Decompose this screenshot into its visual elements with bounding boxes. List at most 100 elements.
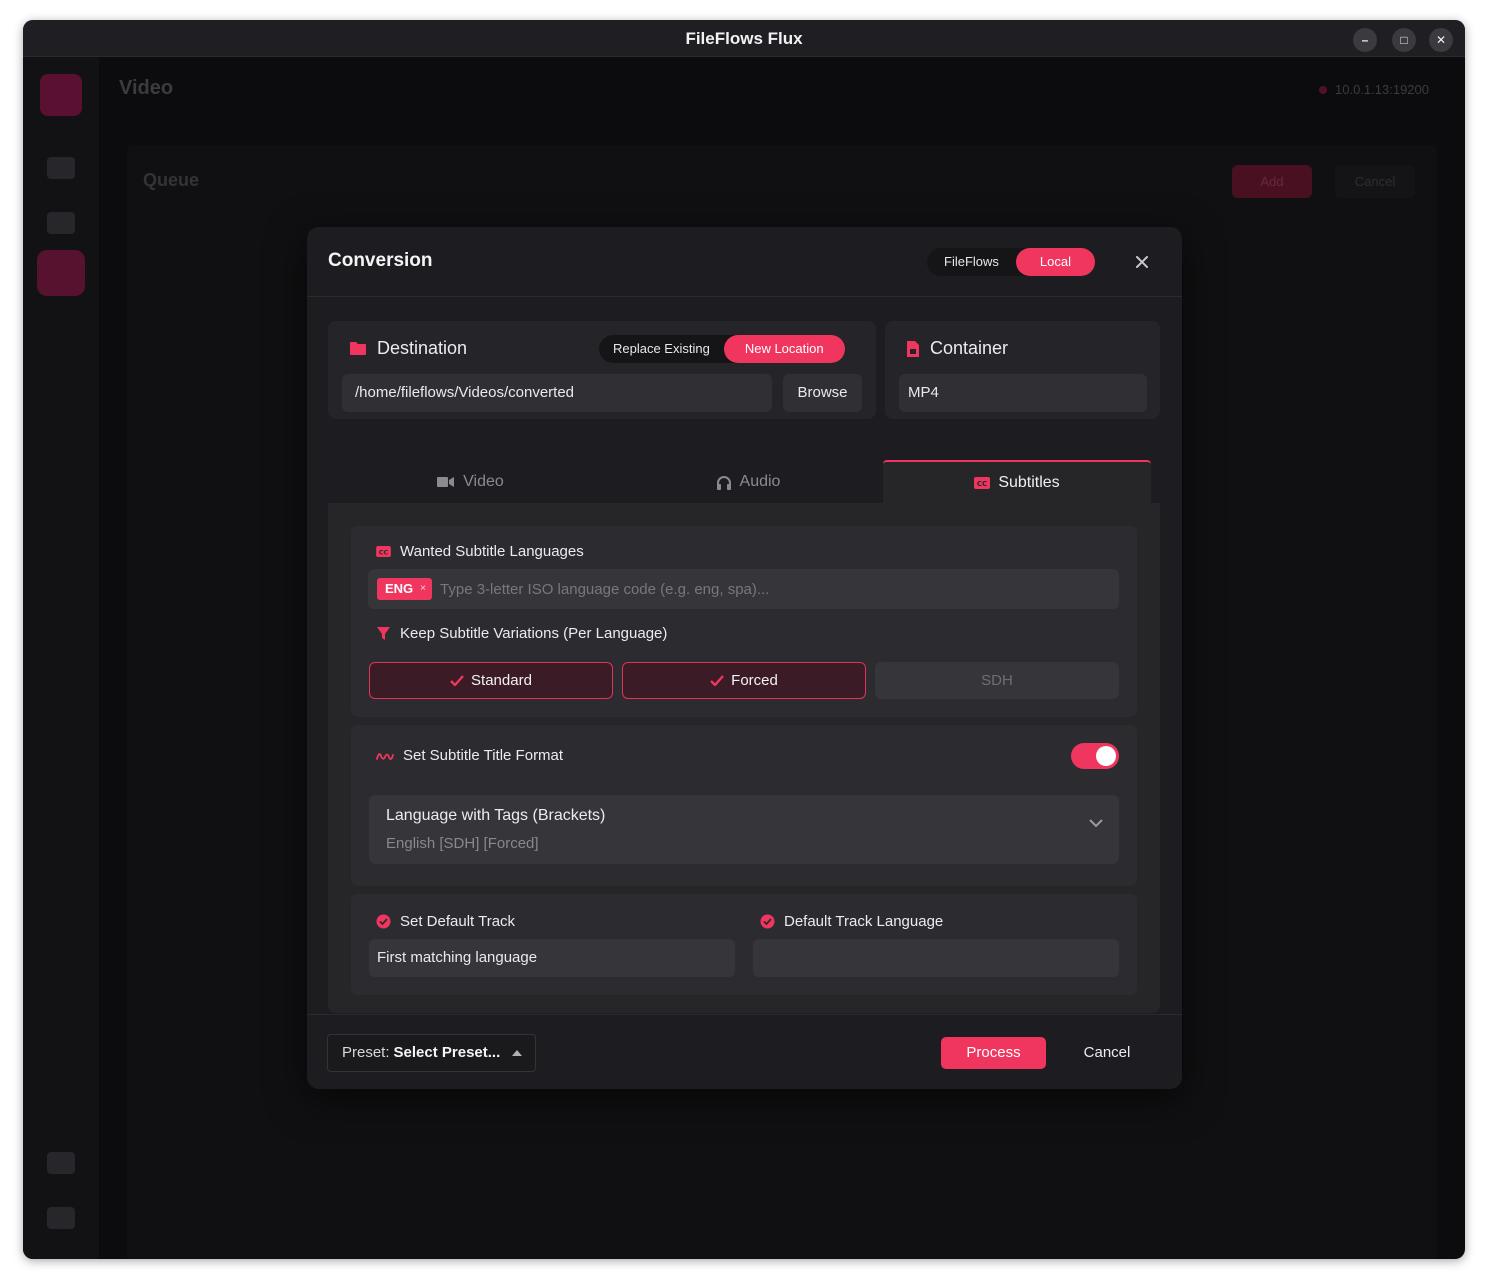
queue-cancel-button[interactable]: Cancel xyxy=(1335,165,1415,198)
variation-sdh-button[interactable]: SDH xyxy=(875,662,1119,699)
title-format-section: Set Subtitle Title Format Language with … xyxy=(351,725,1137,886)
tab-video-label: Video xyxy=(463,473,504,490)
variation-standard-label: Standard xyxy=(471,672,532,689)
title-format-example: English [SDH] [Forced] xyxy=(386,835,539,852)
mode-replace-existing[interactable]: Replace Existing xyxy=(599,335,724,363)
tab-subtitles[interactable]: CC Subtitles xyxy=(883,460,1151,504)
title-format-select[interactable]: Language with Tags (Brackets) English [S… xyxy=(369,795,1119,864)
variation-sdh-label: SDH xyxy=(981,672,1013,689)
default-track-label: Set Default Track xyxy=(376,913,515,930)
container-select[interactable]: MP4 xyxy=(899,374,1147,412)
variations-label: Keep Subtitle Variations (Per Language) xyxy=(376,625,667,642)
preset-value: Select Preset... xyxy=(393,1044,501,1061)
default-track-select[interactable]: First matching language xyxy=(369,939,735,977)
check-icon xyxy=(710,675,725,686)
status-dot-icon xyxy=(1319,86,1328,94)
chip-remove-icon[interactable]: × xyxy=(420,578,426,600)
sidebar-document-icon[interactable] xyxy=(47,1152,75,1174)
source-toggle: FileFlows Local xyxy=(927,248,1095,276)
svg-text:CC: CC xyxy=(379,548,389,556)
filter-icon xyxy=(376,626,391,641)
closed-captions-icon: CC xyxy=(376,546,391,557)
tab-audio-label: Audio xyxy=(739,473,781,490)
source-option-fileflows[interactable]: FileFlows xyxy=(927,248,1016,276)
title-bar: FileFlows Flux – □ ✕ xyxy=(23,20,1465,57)
language-input-placeholder[interactable]: Type 3-letter ISO language code (e.g. en… xyxy=(440,581,769,598)
sidebar-video-icon[interactable] xyxy=(37,250,85,296)
variation-forced-button[interactable]: Forced xyxy=(622,662,866,699)
closed-captions-icon: CC xyxy=(974,477,991,489)
conversion-dialog: Conversion FileFlows Local Destination R… xyxy=(307,227,1182,1089)
languages-section: CC Wanted Subtitle Languages ENG × Type … xyxy=(351,526,1137,717)
default-track-text: Set Default Track xyxy=(400,913,516,930)
title-format-toggle[interactable] xyxy=(1071,743,1119,769)
preset-prefix: Preset: xyxy=(342,1044,390,1061)
process-button[interactable]: Process xyxy=(941,1037,1046,1069)
title-format-text: Set Subtitle Title Format xyxy=(403,747,564,764)
folder-icon xyxy=(349,341,367,356)
destination-mode-toggle: Replace Existing New Location xyxy=(599,335,845,363)
video-camera-icon xyxy=(437,476,455,488)
tab-audio[interactable]: Audio xyxy=(613,460,883,504)
sidebar-dashboard-icon[interactable] xyxy=(47,157,75,179)
default-language-input[interactable] xyxy=(753,939,1119,977)
title-format-label: Set Subtitle Title Format xyxy=(376,747,563,764)
check-circle-icon xyxy=(760,914,775,929)
default-language-label: Default Track Language xyxy=(760,913,943,930)
toggle-knob xyxy=(1096,746,1116,766)
check-circle-icon xyxy=(376,914,391,929)
close-window-button[interactable]: ✕ xyxy=(1429,28,1453,52)
add-button[interactable]: Add xyxy=(1232,165,1312,198)
title-format-value: Language with Tags (Brackets) xyxy=(386,807,606,824)
tab-video[interactable]: Video xyxy=(328,460,613,504)
signature-icon xyxy=(376,750,394,762)
app-window: FileFlows Flux – □ ✕ Video 10.0.1.13:192… xyxy=(23,20,1465,1259)
variation-standard-button[interactable]: Standard xyxy=(369,662,613,699)
check-icon xyxy=(450,675,464,686)
sidebar-music-icon[interactable] xyxy=(47,212,75,234)
container-card: Container MP4 xyxy=(885,321,1160,419)
default-track-section: Set Default Track Default Track Language… xyxy=(351,894,1137,995)
file-video-icon xyxy=(906,340,920,358)
queue-title: Queue xyxy=(143,170,200,190)
browse-button[interactable]: Browse xyxy=(783,374,862,412)
destination-card: Destination Replace Existing New Locatio… xyxy=(328,321,876,419)
chevron-down-icon xyxy=(1089,819,1103,828)
page-header: Video xyxy=(119,77,174,99)
minimize-button[interactable]: – xyxy=(1353,28,1377,52)
subtitles-panel: CC Wanted Subtitle Languages ENG × Type … xyxy=(328,503,1160,1013)
mode-new-location[interactable]: New Location xyxy=(723,335,845,363)
preset-select[interactable]: Preset: Select Preset... xyxy=(327,1034,536,1072)
dialog-title: Conversion xyxy=(328,250,433,271)
caret-up-icon xyxy=(512,1050,523,1056)
destination-title-text: Destination xyxy=(377,338,468,358)
cancel-button[interactable]: Cancel xyxy=(1065,1037,1149,1069)
sidebar xyxy=(23,57,99,1259)
destination-path-input[interactable]: /home/fileflows/Videos/converted xyxy=(342,374,772,412)
dialog-footer: Preset: Select Preset... Process Cancel xyxy=(307,1014,1182,1089)
language-tag-input[interactable]: ENG × Type 3-letter ISO language code (e… xyxy=(368,569,1119,609)
tab-bar: Video Audio CC Subtitles xyxy=(328,460,1160,504)
container-title: Container xyxy=(906,338,1008,359)
language-chip-code: ENG xyxy=(385,581,414,596)
sidebar-settings-icon[interactable] xyxy=(47,1207,75,1229)
headphones-icon xyxy=(716,475,732,490)
maximize-button[interactable]: □ xyxy=(1392,28,1416,52)
language-chip[interactable]: ENG × xyxy=(377,578,433,600)
variations-text: Keep Subtitle Variations (Per Language) xyxy=(400,625,668,642)
svg-text:CC: CC xyxy=(977,480,987,488)
source-option-local[interactable]: Local xyxy=(1015,248,1095,276)
app-logo xyxy=(40,74,82,116)
wanted-languages-text: Wanted Subtitle Languages xyxy=(400,543,584,560)
window-title: FileFlows Flux xyxy=(685,29,803,48)
server-address: 10.0.1.13:19200 xyxy=(1335,82,1429,97)
dialog-header: Conversion FileFlows Local xyxy=(307,227,1182,297)
tab-subtitles-label: Subtitles xyxy=(998,474,1060,491)
wanted-languages-label: CC Wanted Subtitle Languages xyxy=(376,543,584,560)
default-language-text: Default Track Language xyxy=(784,913,944,930)
container-title-text: Container xyxy=(930,338,1009,358)
variation-forced-label: Forced xyxy=(731,672,778,689)
close-icon[interactable] xyxy=(1132,252,1152,272)
destination-title: Destination xyxy=(349,338,467,359)
server-status: 10.0.1.13:19200 xyxy=(1319,82,1429,97)
